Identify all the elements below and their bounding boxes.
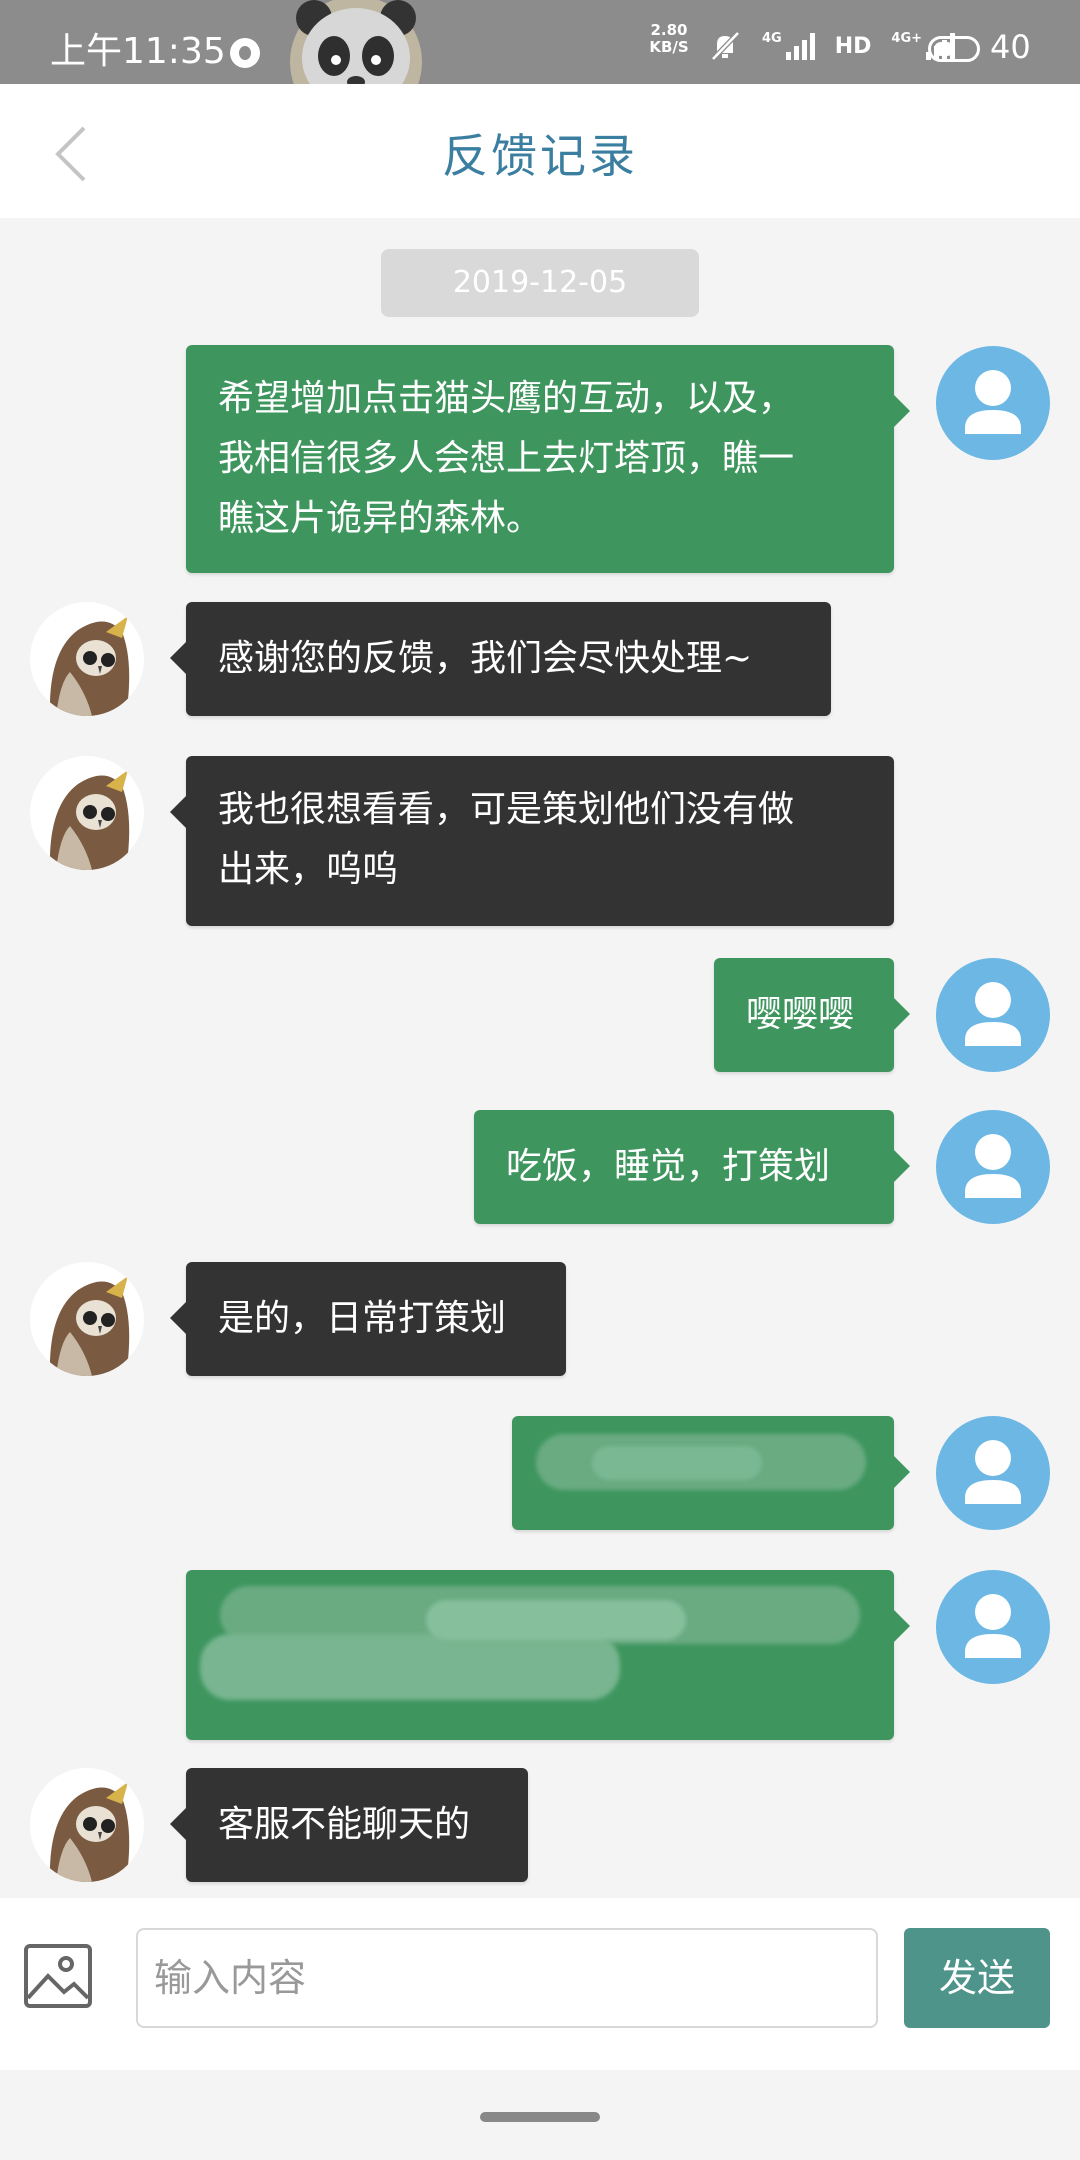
redaction-blur: [592, 1446, 762, 1480]
net-speed: 2.80 KB/S: [646, 22, 692, 56]
composer-bar: 输入内容 发送: [0, 1898, 1080, 2070]
owl-icon: [49, 1782, 130, 1882]
user-avatar: [936, 958, 1050, 1072]
support-avatar: [30, 602, 144, 716]
mute-icon: [711, 31, 740, 61]
user-avatar: [936, 346, 1050, 460]
message-bubble-user: 吃饭，睡觉，打策划: [474, 1110, 910, 1224]
system-nav-bar: [0, 2070, 1080, 2160]
owl-icon: [49, 616, 130, 716]
status-icons: 4G HD 4G+: [708, 26, 956, 66]
support-avatar: [30, 756, 144, 870]
user-avatar: [936, 1416, 1050, 1530]
support-avatar: [30, 1262, 144, 1376]
net-speed-value: 2.80: [650, 21, 688, 39]
message-bubble-support: 是的，日常打策划: [170, 1262, 566, 1376]
signal-1-label: 4G: [762, 30, 782, 46]
user-avatar: [936, 1110, 1050, 1224]
signal-1-icon: [785, 32, 815, 60]
date-divider: 2019-12-05: [381, 249, 699, 317]
person-icon: [965, 1594, 1021, 1658]
owl-icon: [49, 770, 130, 870]
redaction-blur: [200, 1634, 620, 1700]
hd-label: HD: [834, 33, 872, 59]
status-time: 上午11:35: [50, 31, 226, 72]
message-bubble-support: 我也很想看看，可是策划他们没有做 出来，呜呜: [170, 756, 894, 926]
app-header: 反馈记录: [0, 84, 1080, 218]
message-input[interactable]: 输入内容: [136, 1928, 878, 2028]
battery-icon: [928, 36, 980, 62]
support-avatar: [30, 1768, 144, 1882]
message-bubble-user-redacted: [512, 1416, 910, 1530]
notification-icon: [230, 38, 260, 68]
person-icon: [965, 1134, 1021, 1198]
owl-icon: [49, 1276, 130, 1376]
message-bubble-support: 客服不能聊天的: [170, 1768, 528, 1882]
image-picker-icon[interactable]: [22, 1940, 94, 2012]
person-icon: [965, 1440, 1021, 1504]
status-bar: 上午11:35 2.80 KB/S 4G HD 4G+ 40: [0, 0, 1080, 84]
person-icon: [965, 982, 1021, 1046]
home-handle[interactable]: [480, 2112, 600, 2122]
send-button[interactable]: 发送: [904, 1928, 1050, 2028]
net-speed-unit: KB/S: [649, 38, 689, 56]
redaction-blur: [426, 1600, 686, 1640]
message-bubble-support: 感谢您的反馈，我们会尽快处理~: [170, 602, 831, 716]
page-title: 反馈记录: [442, 129, 638, 183]
message-bubble-user-redacted: [186, 1570, 910, 1740]
battery-level: 40: [990, 28, 1031, 66]
message-bubble-user: 嘤嘤嘤: [714, 958, 910, 1072]
user-avatar: [936, 1570, 1050, 1684]
person-icon: [965, 370, 1021, 434]
message-bubble-user: 希望增加点击猫头鹰的互动，以及， 我相信很多人会想上去灯塔顶，瞧一 瞧这片诡异的…: [186, 345, 910, 573]
signal-2-label: 4G+: [891, 30, 923, 46]
